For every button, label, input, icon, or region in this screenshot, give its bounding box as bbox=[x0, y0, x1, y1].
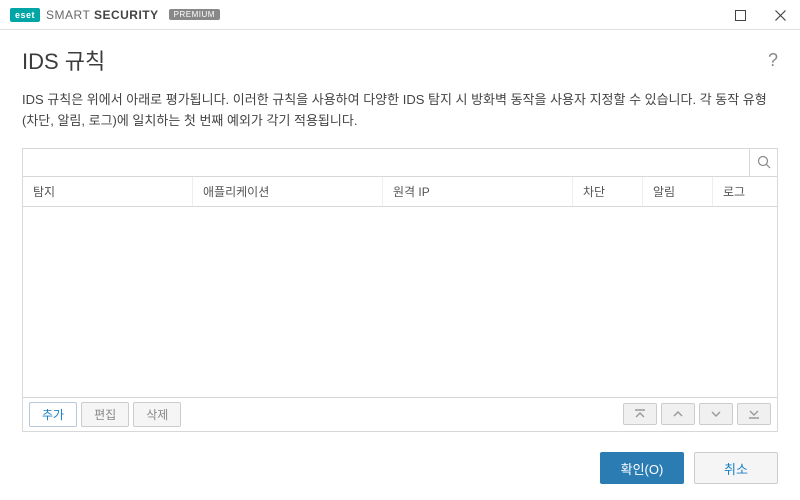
rules-table: 탐지 애플리케이션 원격 IP 차단 알림 로그 추가 편집 삭제 bbox=[22, 148, 778, 432]
header-row: IDS 규칙 ? bbox=[22, 44, 778, 90]
edition-badge: PREMIUM bbox=[169, 9, 220, 20]
cancel-button[interactable]: 취소 bbox=[694, 452, 778, 484]
close-icon bbox=[775, 10, 786, 21]
column-detection[interactable]: 탐지 bbox=[23, 177, 193, 206]
move-bottom-icon bbox=[748, 408, 760, 420]
brand-name: SMART SECURITY bbox=[46, 8, 159, 22]
column-notify[interactable]: 알림 bbox=[643, 177, 713, 206]
dialog-footer: 확인(O) 취소 bbox=[600, 452, 778, 484]
add-button[interactable]: 추가 bbox=[29, 402, 77, 427]
column-remote-ip[interactable]: 원격 IP bbox=[383, 177, 573, 206]
search-row bbox=[23, 149, 777, 177]
table-header: 탐지 애플리케이션 원격 IP 차단 알림 로그 bbox=[23, 177, 777, 207]
search-input[interactable] bbox=[23, 149, 749, 176]
move-up-button[interactable] bbox=[661, 403, 695, 425]
column-application[interactable]: 애플리케이션 bbox=[193, 177, 383, 206]
move-down-icon bbox=[710, 408, 722, 420]
ok-button[interactable]: 확인(O) bbox=[600, 452, 684, 484]
app-logo: eset SMART SECURITY PREMIUM bbox=[10, 8, 220, 22]
column-log[interactable]: 로그 bbox=[713, 177, 777, 206]
move-top-button[interactable] bbox=[623, 403, 657, 425]
maximize-icon bbox=[735, 10, 746, 21]
reorder-controls bbox=[623, 403, 771, 425]
page-title: IDS 규칙 bbox=[22, 44, 105, 76]
window-controls bbox=[720, 0, 800, 29]
move-bottom-button[interactable] bbox=[737, 403, 771, 425]
column-block[interactable]: 차단 bbox=[573, 177, 643, 206]
title-bar: eset SMART SECURITY PREMIUM bbox=[0, 0, 800, 30]
content-area: IDS 규칙 ? IDS 규칙은 위에서 아래로 평가됩니다. 이러한 규칙을 … bbox=[0, 30, 800, 432]
help-icon[interactable]: ? bbox=[768, 50, 778, 71]
move-down-button[interactable] bbox=[699, 403, 733, 425]
close-button[interactable] bbox=[760, 0, 800, 30]
brand-badge: eset bbox=[10, 8, 40, 22]
delete-button[interactable]: 삭제 bbox=[133, 402, 181, 427]
search-icon bbox=[757, 155, 771, 169]
maximize-button[interactable] bbox=[720, 0, 760, 30]
move-top-icon bbox=[634, 408, 646, 420]
search-button[interactable] bbox=[749, 148, 777, 176]
table-body bbox=[23, 207, 777, 397]
page-description: IDS 규칙은 위에서 아래로 평가됩니다. 이러한 규칙을 사용하여 다양한 … bbox=[22, 90, 778, 132]
edit-button[interactable]: 편집 bbox=[81, 402, 129, 427]
move-up-icon bbox=[672, 408, 684, 420]
table-actions: 추가 편집 삭제 bbox=[23, 397, 777, 431]
